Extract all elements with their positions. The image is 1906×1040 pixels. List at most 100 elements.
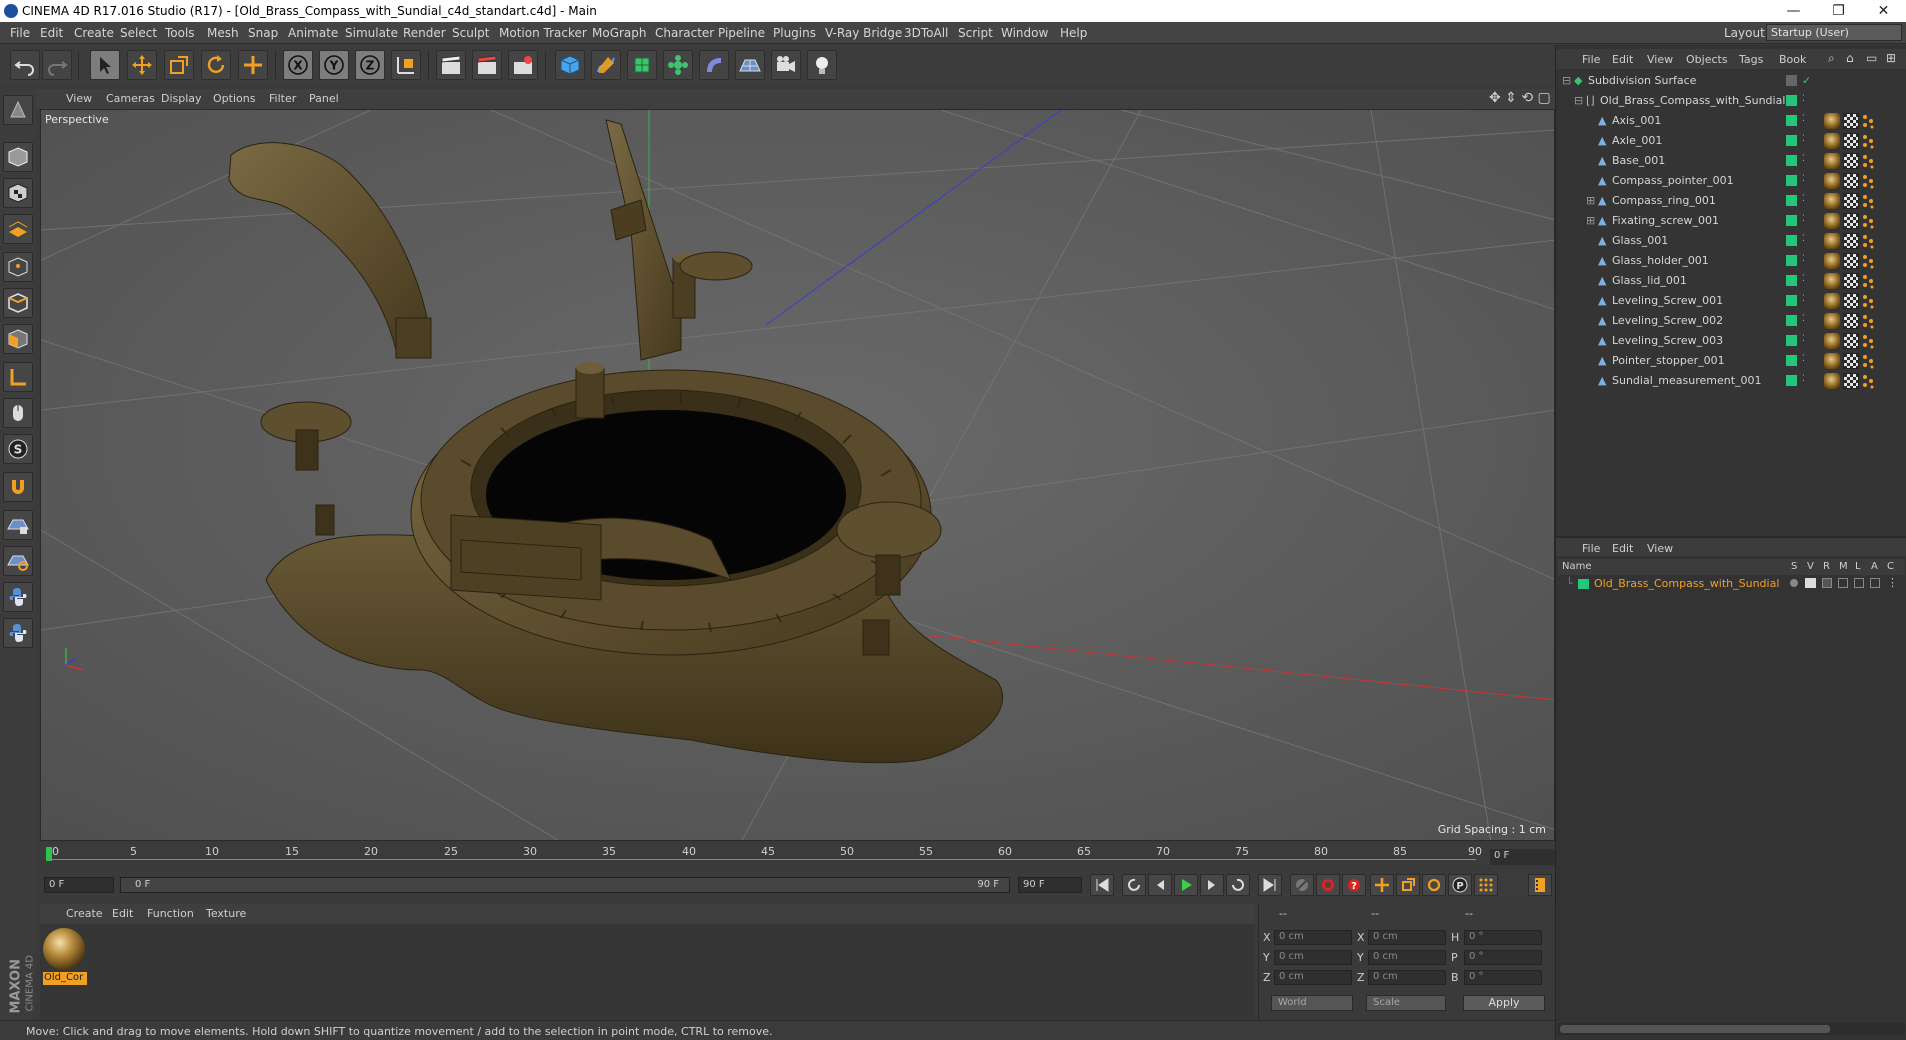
phong-tag-icon[interactable] bbox=[1824, 113, 1840, 129]
expand-icon[interactable]: ⊞ bbox=[1586, 194, 1595, 207]
add-camera-button[interactable] bbox=[771, 50, 801, 80]
coordinate-system-button[interactable] bbox=[391, 50, 421, 80]
material-tag-icon[interactable] bbox=[1861, 353, 1875, 369]
next-frame-button[interactable] bbox=[1200, 874, 1224, 896]
om-menu-bookmarks[interactable]: Book bbox=[1779, 53, 1806, 66]
material-preview-ball[interactable] bbox=[43, 928, 85, 970]
material-tag-icon[interactable] bbox=[1861, 193, 1875, 209]
visibility-dots-icon[interactable]: ⁚ bbox=[1802, 254, 1805, 264]
object-row[interactable]: ▲ Glass_lid_001 ⁚ bbox=[1558, 271, 1905, 291]
texture-tag-icon[interactable] bbox=[1843, 113, 1859, 129]
solo-toggle-icon[interactable] bbox=[1790, 579, 1798, 587]
menu-script[interactable]: Script bbox=[958, 26, 993, 40]
om-menu-file[interactable]: File bbox=[1582, 53, 1600, 66]
material-tag-icon[interactable] bbox=[1861, 253, 1875, 269]
menu-tools[interactable]: Tools bbox=[165, 26, 195, 40]
object-row[interactable]: ▲ Pointer_stopper_001 ⁚ bbox=[1558, 351, 1905, 371]
om-menu-view[interactable]: View bbox=[1647, 53, 1673, 66]
layer-swatch[interactable] bbox=[1786, 135, 1797, 146]
position-y-field[interactable]: 0 cm bbox=[1274, 950, 1352, 965]
visibility-dots-icon[interactable]: ⁚ bbox=[1802, 114, 1805, 124]
layer-swatch[interactable] bbox=[1786, 215, 1797, 226]
object-row[interactable]: ▲ Leveling_Screw_001 ⁚ bbox=[1558, 291, 1905, 311]
workplane-mode-button[interactable] bbox=[3, 214, 33, 244]
keyframe-selection-button[interactable]: ? bbox=[1342, 874, 1366, 896]
viewport-menu-options[interactable]: Options bbox=[213, 92, 255, 105]
material-tag-icon[interactable] bbox=[1861, 153, 1875, 169]
menu-vray-bridge[interactable]: V-Ray Bridge bbox=[825, 26, 902, 40]
size-z-field[interactable]: 0 cm bbox=[1368, 970, 1446, 985]
menu-sculpt[interactable]: Sculpt bbox=[452, 26, 489, 40]
rotate-tool-button[interactable] bbox=[201, 50, 231, 80]
texture-tag-icon[interactable] bbox=[1843, 133, 1859, 149]
phong-tag-icon[interactable] bbox=[1824, 313, 1840, 329]
material-tag-icon[interactable] bbox=[1861, 313, 1875, 329]
add-deformer-button[interactable] bbox=[699, 50, 729, 80]
phong-tag-icon[interactable] bbox=[1824, 233, 1840, 249]
om-expand-icon[interactable]: ⊞ bbox=[1886, 51, 1896, 65]
layer-swatch[interactable] bbox=[1786, 355, 1797, 366]
menu-select[interactable]: Select bbox=[120, 26, 157, 40]
menu-3dtoall[interactable]: 3DToAll bbox=[904, 26, 948, 40]
texture-tag-icon[interactable] bbox=[1843, 173, 1859, 189]
object-row[interactable]: ▲ Axle_001 ⁚ bbox=[1558, 131, 1905, 151]
position-key-button[interactable] bbox=[1370, 874, 1394, 896]
3d-viewport[interactable]: Perspective Grid Spacing : 1 cm bbox=[40, 109, 1555, 841]
object-row[interactable]: ▲ Leveling_Screw_002 ⁚ bbox=[1558, 311, 1905, 331]
object-row[interactable]: ⊞ ▲ Fixating_screw_001 ⁚ bbox=[1558, 211, 1905, 231]
render-toggle-icon[interactable] bbox=[1822, 578, 1832, 588]
layer-swatch[interactable] bbox=[1786, 375, 1797, 386]
object-row[interactable]: ▲ Base_001 ⁚ bbox=[1558, 151, 1905, 171]
python-script-2-button[interactable] bbox=[3, 618, 33, 648]
horizontal-scrollbar[interactable] bbox=[1558, 1023, 1905, 1035]
menu-mograph[interactable]: MoGraph bbox=[592, 26, 647, 40]
visibility-dots-icon[interactable]: ⁚ bbox=[1802, 214, 1805, 224]
polygons-mode-button[interactable] bbox=[3, 324, 33, 354]
object-row[interactable]: ▲ Compass_pointer_001 ⁚ bbox=[1558, 171, 1905, 191]
material-tag-icon[interactable] bbox=[1861, 133, 1875, 149]
texture-tag-icon[interactable] bbox=[1843, 373, 1859, 389]
material-tag-icon[interactable] bbox=[1861, 293, 1875, 309]
phong-tag-icon[interactable] bbox=[1824, 273, 1840, 289]
object-row[interactable]: ▲ Glass_holder_001 ⁚ bbox=[1558, 251, 1905, 271]
texture-mode-button[interactable] bbox=[3, 178, 33, 208]
viewport-navigate-icons[interactable]: ✥ ⇕ ⟲ ▢ bbox=[1489, 90, 1551, 106]
texture-tag-icon[interactable] bbox=[1843, 213, 1859, 229]
add-cube-button[interactable] bbox=[555, 50, 585, 80]
record-active-objects-button[interactable] bbox=[1290, 874, 1314, 896]
viewport-menu-view[interactable]: View bbox=[66, 92, 92, 105]
go-to-end-button[interactable] bbox=[1258, 874, 1282, 896]
layer-row[interactable]: └ Old_Brass_Compass_with_Sundial ⋮ bbox=[1558, 575, 1905, 593]
layer-swatch[interactable] bbox=[1786, 315, 1797, 326]
timeline-ruler[interactable]: 0 5 10 15 20 25 30 35 40 45 50 55 60 65 … bbox=[40, 843, 1555, 865]
om-home-icon[interactable]: ⌂ bbox=[1846, 51, 1854, 65]
add-spline-button[interactable] bbox=[591, 50, 621, 80]
object-row[interactable]: ▲ Sundial_measurement_001 ⁚ bbox=[1558, 371, 1905, 391]
timeline-window-button[interactable] bbox=[1528, 874, 1552, 896]
visibility-dots-icon[interactable]: ⁚ bbox=[1802, 154, 1805, 164]
object-row[interactable]: ▲ Axis_001 ⁚ bbox=[1558, 111, 1905, 131]
texture-tag-icon[interactable] bbox=[1843, 153, 1859, 169]
scale-mode-dropdown[interactable]: Scale bbox=[1366, 995, 1446, 1011]
current-frame-field[interactable]: 0 F bbox=[1490, 849, 1555, 865]
material-tag-icon[interactable] bbox=[1861, 333, 1875, 349]
workplane-lock-button[interactable] bbox=[3, 510, 33, 540]
end-frame-field[interactable]: 90 F bbox=[1018, 877, 1082, 893]
visibility-dots-icon[interactable]: ⁚ bbox=[1802, 274, 1805, 284]
start-frame-field[interactable]: 0 F bbox=[44, 877, 114, 893]
layer-swatch[interactable] bbox=[1786, 195, 1797, 206]
python-script-1-button[interactable] bbox=[3, 582, 33, 612]
texture-tag-icon[interactable] bbox=[1843, 273, 1859, 289]
material-name-label[interactable]: Old_Cor bbox=[43, 972, 87, 985]
size-x-field[interactable]: 0 cm bbox=[1368, 930, 1446, 945]
size-y-field[interactable]: 0 cm bbox=[1368, 950, 1446, 965]
animation-toggle-icon[interactable] bbox=[1870, 578, 1880, 588]
visibility-dots-icon[interactable]: ⁚ bbox=[1802, 354, 1805, 364]
x-axis-lock-button[interactable]: X bbox=[283, 50, 313, 80]
previous-keyframe-button[interactable] bbox=[1122, 874, 1146, 896]
material-tag-icon[interactable] bbox=[1861, 113, 1875, 129]
material-menu-create[interactable]: Create bbox=[66, 907, 103, 920]
om-search-icon[interactable]: ⌕ bbox=[1828, 51, 1835, 66]
visibility-dots-icon[interactable]: ⁚ bbox=[1802, 234, 1805, 244]
layer-swatch[interactable] bbox=[1786, 115, 1797, 126]
